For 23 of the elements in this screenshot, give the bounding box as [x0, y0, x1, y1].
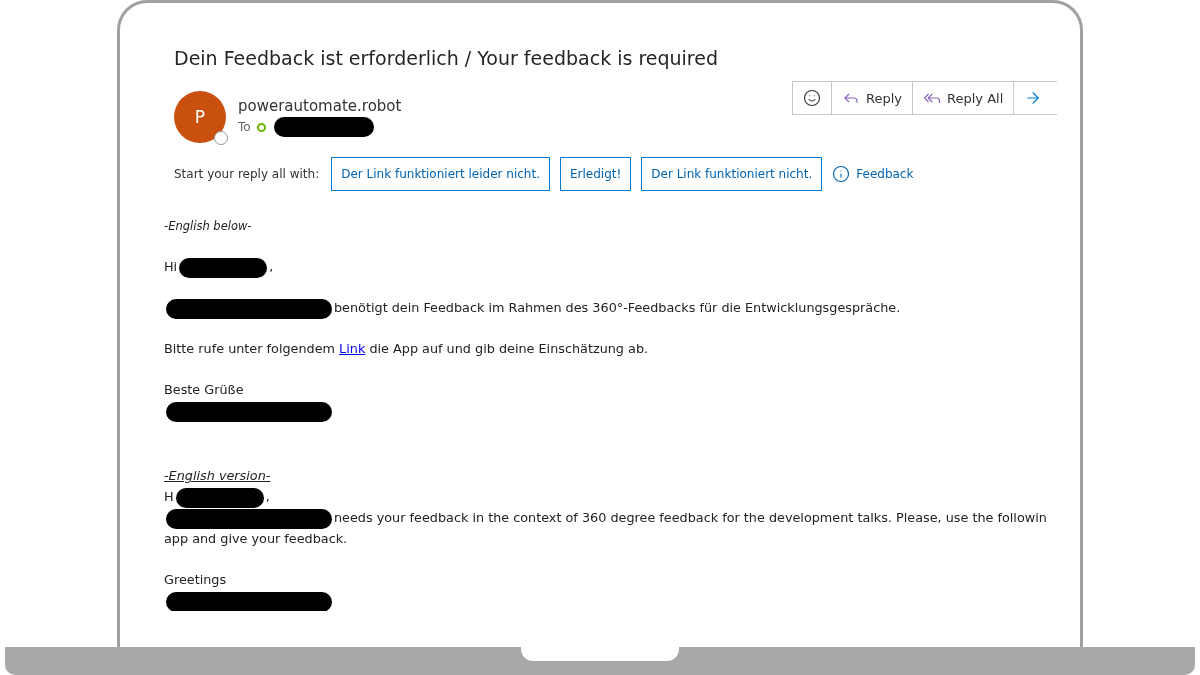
body-text: H [164, 489, 174, 504]
quick-reply-button[interactable]: Erledigt! [559, 157, 632, 191]
body-text: app and give your feedback. [164, 531, 348, 546]
sender-avatar: P [174, 91, 226, 143]
body-text: benötigt dein Feedback im Rahmen des 360°-Feedbacks für die Entwicklungsgespräche. [334, 300, 901, 315]
body-text: Greetings [164, 572, 227, 587]
body-text: , [269, 259, 274, 274]
to-label: To [238, 120, 251, 134]
body-text: Hi [164, 259, 178, 274]
sender-name: powerautomate.robot [238, 97, 402, 115]
body-text: , [265, 489, 270, 504]
quick-reply-label: Start your reply all with: [174, 167, 320, 181]
body-text: needs your feedback in the context of 360 degree feedback for the development talks. Please, use the followin [334, 510, 1047, 525]
body-text: -English below- [164, 219, 252, 233]
body-text: -English version- [164, 468, 271, 483]
email-subject: Dein Feedback ist erforderlich / Your feedback is required [174, 47, 719, 71]
body-text: die App auf und gib deine Einschätzung ab. [368, 341, 649, 356]
link[interactable]: Link [339, 341, 366, 356]
feedback-link[interactable]: Feedback [832, 165, 914, 183]
quick-reply-button[interactable]: Der Link funktioniert nicht. [641, 157, 823, 191]
body-text: Beste Grüße [164, 382, 244, 397]
body-text: Bitte rufe unter folgendem [164, 341, 337, 356]
quick-reply-button[interactable]: Der Link funktioniert leider nicht. [331, 157, 550, 191]
